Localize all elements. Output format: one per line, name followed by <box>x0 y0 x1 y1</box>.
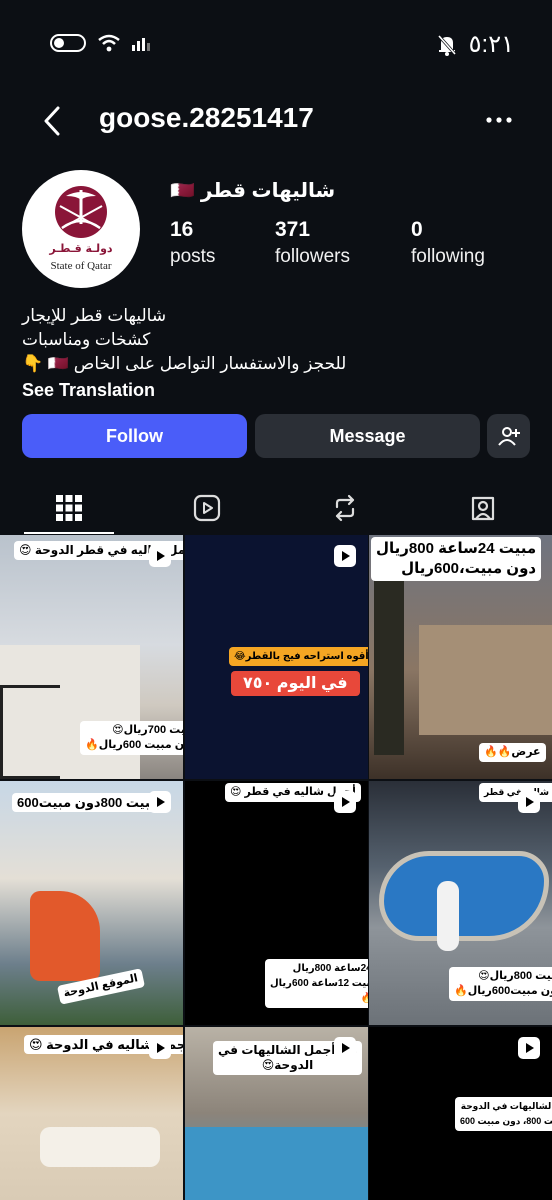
stat-followers-value: 371 <box>275 218 311 241</box>
grid-icon <box>56 495 82 521</box>
post-image-wall <box>419 625 552 735</box>
reel-play-icon <box>149 791 171 813</box>
reel-play-icon <box>518 1037 540 1059</box>
post-caption-top: أجمل شاليه في قطر <box>479 783 552 802</box>
profile-username: goose.28251417 <box>99 102 314 133</box>
stat-following[interactable]: 0 following <box>411 218 485 268</box>
reel-play-icon <box>149 1037 171 1059</box>
display-name-text: شاليهات قطر <box>200 180 336 202</box>
status-icons-right: ٥:٢١ <box>437 30 514 59</box>
grid-post[interactable]: أجمل شاليه في الدوحة 😍 <box>0 1027 183 1200</box>
back-arrow-icon[interactable] <box>38 104 68 138</box>
post-image-palm <box>374 575 404 755</box>
avatar-arabic-text: دولـة قـطـر <box>48 242 113 255</box>
bio-line: شاليهات قطر للإيجار <box>22 306 167 325</box>
post-caption-bottom: في اليوم ٧٥٠ <box>231 671 360 696</box>
tab-reposts[interactable] <box>276 486 414 530</box>
profile-header: goose.28251417 <box>0 96 552 146</box>
stat-posts-value: 16 <box>170 218 194 241</box>
tab-reels[interactable] <box>138 486 276 530</box>
post-image-sofa <box>40 1127 160 1167</box>
reels-icon <box>193 494 221 522</box>
profile-avatar[interactable]: دولـة قـطـر State of Qatar <box>22 170 140 288</box>
status-icons-left <box>50 34 154 52</box>
post-caption-bottom: مبيت 700ريال😍 دون مبيت 600ريال🔥 <box>80 721 183 755</box>
grid-post[interactable]: من أجمل الشاليهات في الدوحة😍 <box>185 1027 368 1200</box>
post-caption-top: مبيت 24ساعة 800ريال دون مبيت،600ريال <box>371 537 542 581</box>
reposts-icon <box>335 494 355 522</box>
see-translation-link[interactable]: See Translation <box>22 378 402 402</box>
tab-posts-grid[interactable] <box>0 486 138 530</box>
signal-icon <box>132 38 150 51</box>
battery-icon <box>50 34 86 52</box>
reel-play-icon <box>149 545 171 567</box>
add-user-icon <box>497 427 520 446</box>
follow-button[interactable]: Follow <box>22 414 247 458</box>
post-image-pool <box>185 1127 368 1200</box>
stat-followers-label: followers <box>275 246 350 267</box>
stat-posts[interactable]: 16 posts <box>170 218 215 268</box>
grid-post[interactable]: أقوه استراحه فيج بالقطر😂 في اليوم ٧٥٠ <box>185 535 368 779</box>
post-caption-top: مبيت 800دون مبيت600 <box>12 793 164 812</box>
tab-tagged[interactable] <box>414 486 552 530</box>
bio-line: كشخات ومناسبات <box>22 330 151 349</box>
reel-play-icon <box>334 1037 356 1059</box>
message-button[interactable]: Message <box>255 414 480 458</box>
posts-grid: أجمل شاليه في قطر الدوحة 😍 مبيت 700ريال😍… <box>0 535 552 1200</box>
bio-line: للحجز والاستفسار التواصل على الخاص 🇶🇦 👇 <box>22 354 347 373</box>
post-image-railing <box>0 685 60 779</box>
grid-post[interactable]: مبيت 24ساعة 800ريال دون مبيت،600ريال عرض… <box>369 535 552 779</box>
stat-following-value: 0 <box>411 218 423 241</box>
tagged-icon <box>471 496 495 521</box>
post-caption-bottom: أجمل الشاليهات في الدوحة مع مبيت 800، دو… <box>455 1097 552 1131</box>
profile-tabs <box>0 478 552 534</box>
post-caption-top: أقوه استراحه فيج بالقطر😂 <box>229 647 368 666</box>
stat-posts-label: posts <box>170 246 216 267</box>
grid-post[interactable]: أجمل شاليه في قطر 😍 مبيت 24ساعة 800ريال … <box>185 781 368 1025</box>
profile-bio: شاليهات قطر للإيجار كشخات ومناسبات للحجز… <box>22 304 402 402</box>
active-tab-indicator <box>24 532 114 534</box>
reel-play-icon <box>334 545 356 567</box>
post-image-person <box>437 881 459 951</box>
mute-bell-icon <box>437 34 456 56</box>
stat-following-label: following <box>411 246 485 267</box>
status-time: ٥:٢١ <box>468 31 514 58</box>
post-caption-bottom: مبيت 800ريال😍 دون مبيت600ريال🔥 <box>449 967 552 1001</box>
stat-followers[interactable]: 371 followers <box>275 218 350 268</box>
flag-emoji: 🇶🇦 <box>170 180 195 202</box>
avatar-english-text: State of Qatar <box>50 260 111 272</box>
profile-display-name: 🇶🇦 شاليهات قطر <box>170 178 335 203</box>
reel-play-icon <box>518 791 540 813</box>
post-caption-bottom: مبيت 24ساعة 800ريال دون مبيت 12ساعة 600ر… <box>265 959 368 1008</box>
post-image-slide <box>30 891 100 981</box>
grid-post[interactable]: مبيت 800دون مبيت600 الموقع الدوحة <box>0 781 183 1025</box>
post-caption-bottom: عرض🔥🔥 <box>479 743 546 762</box>
post-image-pool <box>379 851 549 941</box>
grid-post[interactable]: أجمل شاليه في قطر الدوحة 😍 مبيت 700ريال😍… <box>0 535 183 779</box>
grid-post[interactable]: أجمل الشاليهات في الدوحة مع مبيت 800، دو… <box>369 1027 552 1200</box>
more-options-icon[interactable] <box>482 108 516 132</box>
suggested-users-button[interactable] <box>487 414 530 458</box>
wifi-icon <box>98 34 120 52</box>
status-bar: ٥:٢١ <box>0 0 552 90</box>
grid-post[interactable]: أجمل شاليه في قطر مبيت 800ريال😍 دون مبيت… <box>369 781 552 1025</box>
qatar-emblem-icon: دولـة قـطـر State of Qatar <box>48 186 113 272</box>
reel-play-icon <box>334 791 356 813</box>
